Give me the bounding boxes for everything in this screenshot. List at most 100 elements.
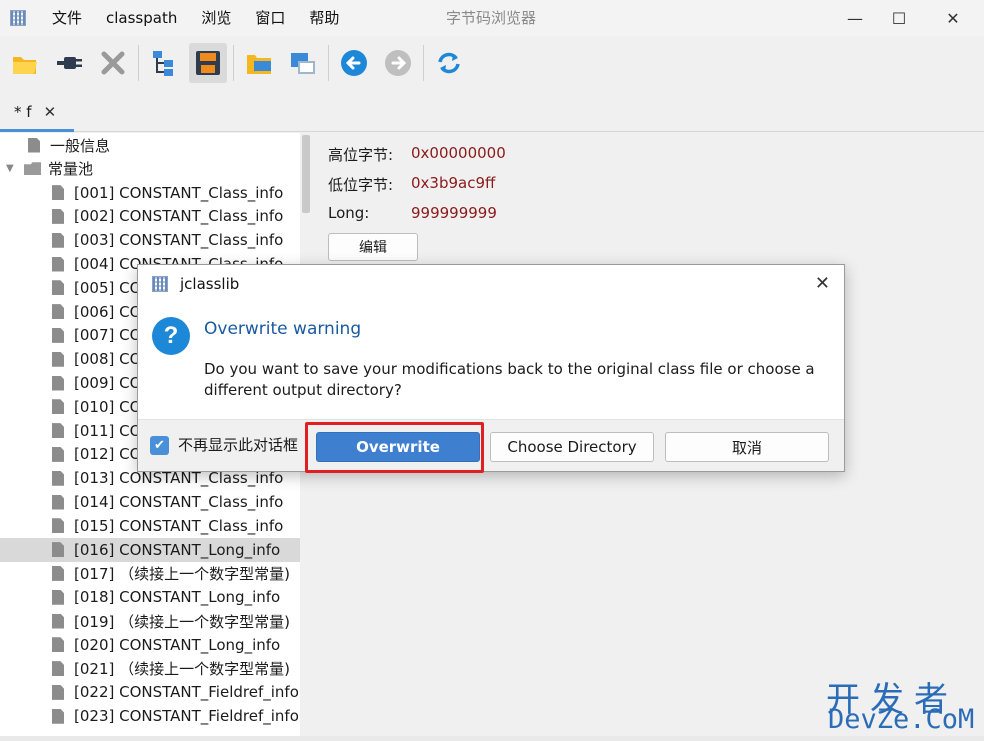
tree-item-label: [022] CONSTANT_Fieldref_info <box>74 683 299 702</box>
menu-browse[interactable]: 浏览 <box>189 0 243 36</box>
document-icon <box>52 304 64 320</box>
tree-item[interactable]: ▼ 常量池 <box>0 157 300 181</box>
save-icon <box>196 51 220 75</box>
scrollbar-thumb[interactable] <box>302 135 310 213</box>
edit-button[interactable]: 编辑 <box>328 233 418 261</box>
long-value: 999999999 <box>411 204 497 222</box>
jclasslib-icon <box>152 276 168 292</box>
document-icon <box>52 399 64 415</box>
document-icon <box>52 185 64 201</box>
tree-item[interactable]: [015] CONSTANT_Class_info <box>0 514 300 538</box>
tree-icon <box>153 51 173 76</box>
tab-file[interactable]: * f ✕ <box>0 94 74 132</box>
question-icon: ? <box>152 317 190 355</box>
window-title: 字节码浏览器 <box>446 9 537 27</box>
close-file-icon <box>101 51 125 75</box>
high-bytes-label: 高位字节: <box>328 146 394 164</box>
menu-bar: 文件 classpath 浏览 窗口 帮助 <box>40 0 351 36</box>
forward-button[interactable] <box>379 43 417 83</box>
tree-item-label: 一般信息 <box>50 136 111 155</box>
document-icon <box>52 565 64 581</box>
tree-item[interactable]: [021] （续接上一个数字型常量) <box>0 657 300 681</box>
reload-button[interactable] <box>430 43 468 83</box>
menu-window[interactable]: 窗口 <box>243 0 297 36</box>
long-label: Long: <box>328 204 370 222</box>
tree-item-label: [020] CONSTANT_Long_info <box>74 635 281 654</box>
tree-item[interactable]: [023] CONSTANT_Fieldref_info <box>0 704 300 728</box>
menu-file[interactable]: 文件 <box>40 0 94 36</box>
tree-item-label: [023] CONSTANT_Fieldref_info <box>74 707 299 726</box>
document-icon <box>52 423 64 439</box>
document-icon <box>52 446 64 462</box>
tree-item-label: [003] CONSTANT_Class_info <box>74 231 284 250</box>
document-icon <box>52 494 64 510</box>
dont-show-checkbox[interactable]: ✔ <box>150 436 169 455</box>
document-icon <box>52 589 64 605</box>
connect-button[interactable] <box>50 43 88 83</box>
tab-label: * f <box>14 102 32 121</box>
tree-button[interactable] <box>145 43 183 83</box>
tree-item[interactable]: [001] CONSTANT_Class_info <box>0 181 300 205</box>
browse-folder-button[interactable] <box>240 43 278 83</box>
document-icon <box>52 351 64 367</box>
document-icon <box>28 137 40 153</box>
document-icon <box>52 208 64 224</box>
toolbar-separator <box>423 45 424 81</box>
document-icon <box>52 375 64 391</box>
checkmark-icon: ✔ <box>154 438 165 453</box>
browse-window-icon <box>291 53 315 74</box>
open-icon <box>13 57 37 74</box>
document-icon <box>52 637 64 653</box>
dialog-title-bar: jclasslib <box>138 265 844 303</box>
tree-item-label: [021] （续接上一个数字型常量) <box>74 660 290 679</box>
document-icon <box>52 256 64 272</box>
close-file-button[interactable] <box>94 43 132 83</box>
overwrite-dialog: jclasslib ✕ ? Overwrite warning Do you w… <box>137 264 845 472</box>
tree-item-label: [001] CONSTANT_Class_info <box>74 183 284 202</box>
tree-item[interactable]: [014] CONSTANT_Class_info <box>0 490 300 514</box>
document-icon <box>52 470 64 486</box>
tree-item-label: [018] CONSTANT_Long_info <box>74 588 281 607</box>
highlight-annotation <box>305 422 484 473</box>
title-bar: 文件 classpath 浏览 窗口 帮助 字节码浏览器 — ☐ ✕ <box>0 0 984 36</box>
tree-item[interactable]: [018] CONSTANT_Long_info <box>0 585 300 609</box>
tab-close-icon[interactable]: ✕ <box>44 103 57 121</box>
open-button[interactable] <box>6 43 44 83</box>
back-button[interactable] <box>335 43 373 83</box>
choose-directory-button[interactable]: Choose Directory <box>490 432 654 462</box>
tree-item[interactable]: [020] CONSTANT_Long_info <box>0 633 300 657</box>
tree-item[interactable]: 一般信息 <box>0 133 300 157</box>
browse-window-button[interactable] <box>284 43 322 83</box>
tree-item[interactable]: [016] CONSTANT_Long_info <box>0 537 300 562</box>
tree-item[interactable]: [002] CONSTANT_Class_info <box>0 204 300 228</box>
tree-item-label: [014] CONSTANT_Class_info <box>74 493 284 511</box>
document-icon <box>52 518 64 534</box>
tree-item[interactable]: [022] CONSTANT_Fieldref_info <box>0 680 300 704</box>
document-icon <box>52 327 64 343</box>
forward-icon <box>385 50 411 76</box>
reload-icon <box>438 52 460 74</box>
document-icon <box>52 613 64 629</box>
dialog-close-button[interactable]: ✕ <box>815 273 830 294</box>
connect-icon <box>57 57 82 69</box>
minimize-button[interactable]: — <box>832 0 878 36</box>
tree-item[interactable]: [003] CONSTANT_Class_info <box>0 228 300 252</box>
tree-item[interactable]: [017] （续接上一个数字型常量) <box>0 561 300 585</box>
menu-help[interactable]: 帮助 <box>297 0 351 36</box>
tree-item-label: [017] （续接上一个数字型常量) <box>74 564 290 583</box>
tree-item[interactable]: [019] （续接上一个数字型常量) <box>0 609 300 633</box>
close-window-button[interactable]: ✕ <box>930 0 976 36</box>
expander-icon[interactable]: ▼ <box>6 163 18 174</box>
document-icon <box>52 232 64 248</box>
toolbar <box>0 38 984 88</box>
tree-item-label: 常量池 <box>48 160 94 179</box>
dialog-message: Do you want to save your modifications b… <box>204 360 815 399</box>
dont-show-label: 不再显示此对话框 <box>178 436 299 454</box>
dialog-footer: ✔ 不再显示此对话框 Overwrite Choose Directory 取消 <box>138 419 844 471</box>
dialog-title: jclasslib <box>180 275 240 293</box>
menu-classpath[interactable]: classpath <box>94 0 189 36</box>
toolbar-separator <box>328 45 329 81</box>
cancel-button[interactable]: 取消 <box>665 432 829 462</box>
maximize-button[interactable]: ☐ <box>876 0 922 36</box>
save-button[interactable] <box>189 43 227 83</box>
